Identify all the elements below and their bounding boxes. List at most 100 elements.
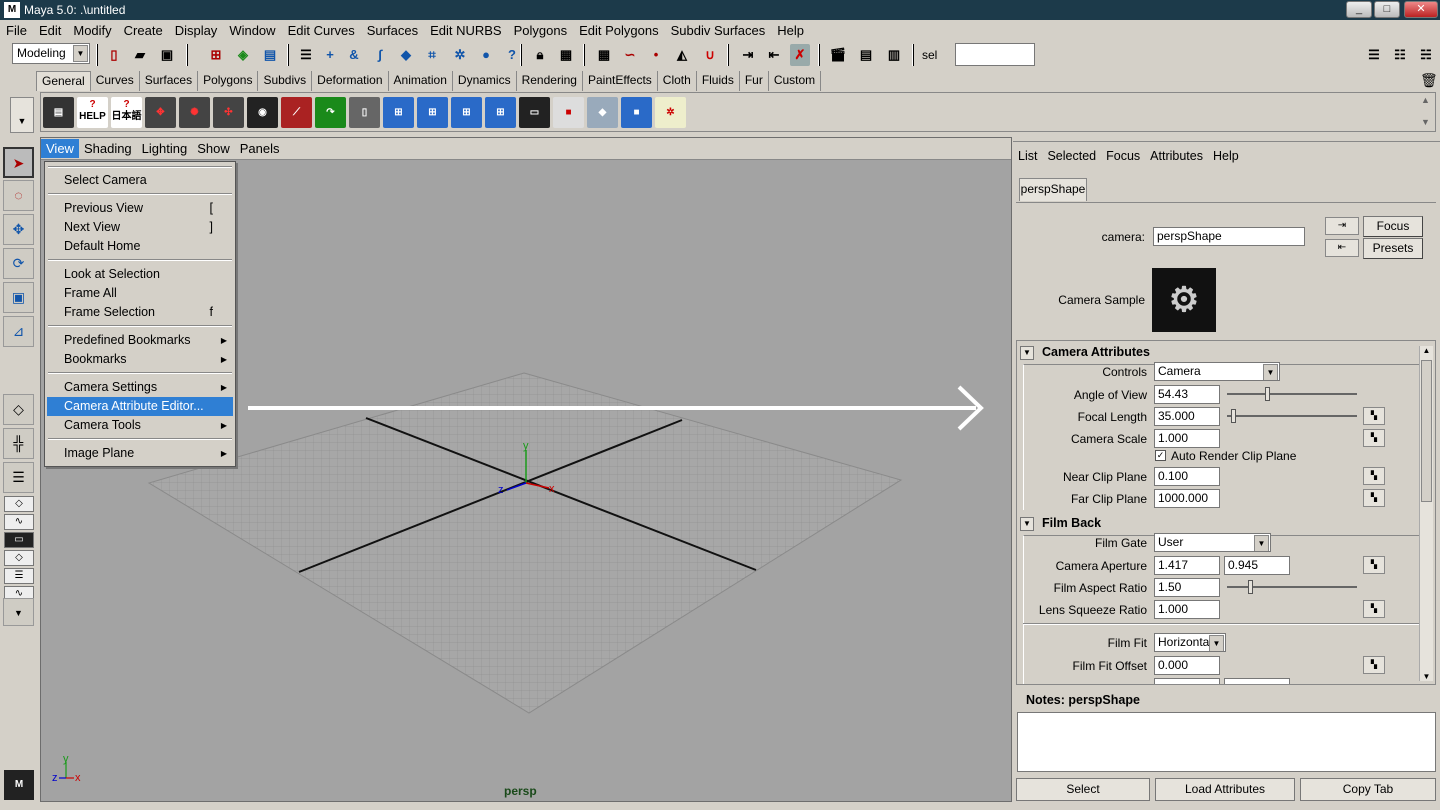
menu-create[interactable]: Create (118, 23, 169, 38)
snap-curve-icon[interactable]: ∽ (620, 44, 640, 66)
ipr-render-icon[interactable]: ▤ (856, 44, 876, 66)
panel-menu-show[interactable]: Show (192, 139, 235, 158)
film-aspect-ratio-field[interactable]: 1.50 (1154, 578, 1220, 597)
shelf-tab-polygons[interactable]: Polygons (198, 71, 259, 91)
layout-icon[interactable]: ▭ (4, 532, 34, 548)
close-button[interactable]: ✕ (1404, 1, 1438, 18)
menu-window[interactable]: Window (223, 23, 281, 38)
attributes-scroll-area[interactable]: ▼ Camera Attributes Controls Camera ▼ Angl… (1016, 340, 1436, 685)
output-ops-icon[interactable]: ⇤ (764, 44, 784, 66)
panel-menu-view[interactable]: View (41, 139, 79, 158)
film-offset-x-field[interactable] (1154, 678, 1220, 684)
menu-surfaces[interactable]: Surfaces (361, 23, 424, 38)
menu-item-look-at-selection[interactable]: Look at Selection (47, 265, 233, 284)
undo-icon[interactable]: ↷ (315, 97, 346, 128)
graph-icon[interactable]: ⊞ (451, 97, 482, 128)
graph-icon[interactable]: ⊞ (383, 97, 414, 128)
map-texture-icon[interactable]: ▚ (1363, 467, 1385, 485)
panel-menu-shading[interactable]: Shading (79, 139, 137, 158)
menu-edit-curves[interactable]: Edit Curves (282, 23, 361, 38)
lens-squeeze-field[interactable]: 1.000 (1154, 600, 1220, 619)
snap-grid-icon[interactable]: ▦ (594, 44, 614, 66)
ae-menu-focus[interactable]: Focus (1101, 149, 1145, 165)
shelf-tab-fluids[interactable]: Fluids (697, 71, 740, 91)
map-texture-icon[interactable]: ▚ (1363, 656, 1385, 674)
select-component-icon[interactable]: ▤ (260, 44, 280, 66)
select-object-icon[interactable]: ◈ (233, 44, 253, 66)
graph-icon[interactable]: ⊞ (485, 97, 516, 128)
camera-aperture-y-field[interactable]: 0.945 (1224, 556, 1290, 575)
highlight-icon[interactable]: ▦ (556, 44, 576, 66)
shelf-tab-deformation[interactable]: Deformation (312, 71, 389, 91)
filter-icon[interactable]: ☰ (296, 44, 316, 66)
select-curve-icon[interactable]: ∫ (370, 44, 390, 66)
menu-item-camera-settings[interactable]: Camera Settings ▶ (47, 378, 233, 397)
select-misc-icon[interactable]: ? (502, 44, 522, 66)
auto-render-clip-checkbox[interactable]: ✓ (1155, 450, 1166, 461)
layout-icon[interactable]: ☰ (4, 568, 34, 584)
shelf-tab-subdivs[interactable]: Subdivs (258, 71, 313, 91)
menu-item-frame-all[interactable]: Frame All (47, 284, 233, 303)
material-icon[interactable]: ◆ (587, 97, 618, 128)
shelf-tab-cloth[interactable]: Cloth (658, 71, 697, 91)
help-japanese-icon[interactable]: ? 日本語 (111, 97, 142, 128)
select-tool-icon[interactable]: ➤ (3, 147, 34, 178)
menu-item-predefined-bookmarks[interactable]: Predefined Bookmarks ▶ (47, 331, 233, 350)
scale-tool-icon[interactable]: ▣ (3, 282, 34, 313)
camera-name-field[interactable]: perspShape (1153, 227, 1305, 246)
ae-menu-attributes[interactable]: Attributes (1145, 149, 1208, 165)
snap-point-icon[interactable]: • (646, 44, 666, 66)
minimize-button[interactable]: _ (1346, 1, 1372, 18)
film-offset-y-field[interactable] (1224, 678, 1290, 684)
cube-icon[interactable]: ■ (621, 97, 652, 128)
four-pane-icon[interactable]: ╬ (3, 428, 34, 459)
attribute-editor-icon[interactable]: ☷ (1390, 44, 1410, 66)
channel-box-icon[interactable]: ☰ (1364, 44, 1384, 66)
focal-length-slider[interactable] (1227, 409, 1357, 423)
select-joint-icon[interactable]: & (344, 44, 364, 66)
map-texture-icon[interactable]: ▚ (1363, 407, 1385, 425)
input-connection-icon[interactable]: ⇥ (1325, 217, 1359, 235)
single-pane-icon[interactable]: ◇ (3, 394, 34, 425)
maximize-button[interactable]: □ (1374, 1, 1400, 18)
menu-polygons[interactable]: Polygons (508, 23, 573, 38)
shelf-tab-animation[interactable]: Animation (389, 71, 453, 91)
trash-icon[interactable]: 🗑︎ (1420, 72, 1438, 89)
select-dynamic-icon[interactable]: ✲ (450, 44, 470, 66)
map-texture-icon[interactable]: ▚ (1363, 429, 1385, 447)
scrollbar-thumb[interactable] (1421, 360, 1432, 502)
tool-settings-icon[interactable]: ☵ (1416, 44, 1436, 66)
select-rendering-icon[interactable]: ● (476, 44, 496, 66)
shelf-tab-dynamics[interactable]: Dynamics (453, 71, 517, 91)
map-texture-icon[interactable]: ▚ (1363, 556, 1385, 574)
far-clip-field[interactable]: 1000.000 (1154, 489, 1220, 508)
camera-aperture-x-field[interactable]: 1.417 (1154, 556, 1220, 575)
graph-icon[interactable]: ⊞ (417, 97, 448, 128)
scroll-down-icon[interactable]: ▼ (1420, 672, 1433, 681)
shelf-tab-painteffects[interactable]: PaintEffects (583, 71, 658, 91)
layout-icon[interactable]: ◇ (4, 550, 34, 566)
menu-edit-nurbs[interactable]: Edit NURBS (424, 23, 508, 38)
controls-dropdown[interactable]: Camera ▼ (1154, 362, 1280, 381)
menu-subdiv-surfaces[interactable]: Subdiv Surfaces (665, 23, 772, 38)
bucket-icon[interactable]: ▯ (349, 97, 380, 128)
save-scene-icon[interactable]: ▣ (157, 44, 177, 66)
snap-view-icon[interactable]: ◭ (672, 44, 692, 66)
shelf-tab-custom[interactable]: Custom (769, 71, 822, 91)
menu-file[interactable]: File (0, 23, 33, 38)
menu-display[interactable]: Display (169, 23, 224, 38)
render-globals-icon[interactable]: ▥ (884, 44, 904, 66)
select-surface-icon[interactable]: ◆ (396, 44, 416, 66)
perspective-viewport[interactable]: y x z y x z View Shading Lighting Show P… (40, 137, 1012, 802)
menu-item-frame-selection[interactable]: Frame Selection f (47, 303, 233, 322)
select-handle-icon[interactable]: + (320, 44, 340, 66)
lasso-tool-icon[interactable]: ◌ (3, 180, 34, 211)
hypergraph-icon[interactable]: ■ (553, 97, 584, 128)
move-icon[interactable]: ✥ (145, 97, 176, 128)
rotate-tool-icon[interactable]: ⟳ (3, 248, 34, 279)
menu-edit-polygons[interactable]: Edit Polygons (573, 23, 665, 38)
scroll-up-icon[interactable]: ▲ (1420, 346, 1433, 355)
select-hierarchy-icon[interactable]: ⊞ (206, 44, 226, 66)
focal-length-field[interactable]: 35.000 (1154, 407, 1220, 426)
layout-icon[interactable]: ◇ (4, 496, 34, 512)
